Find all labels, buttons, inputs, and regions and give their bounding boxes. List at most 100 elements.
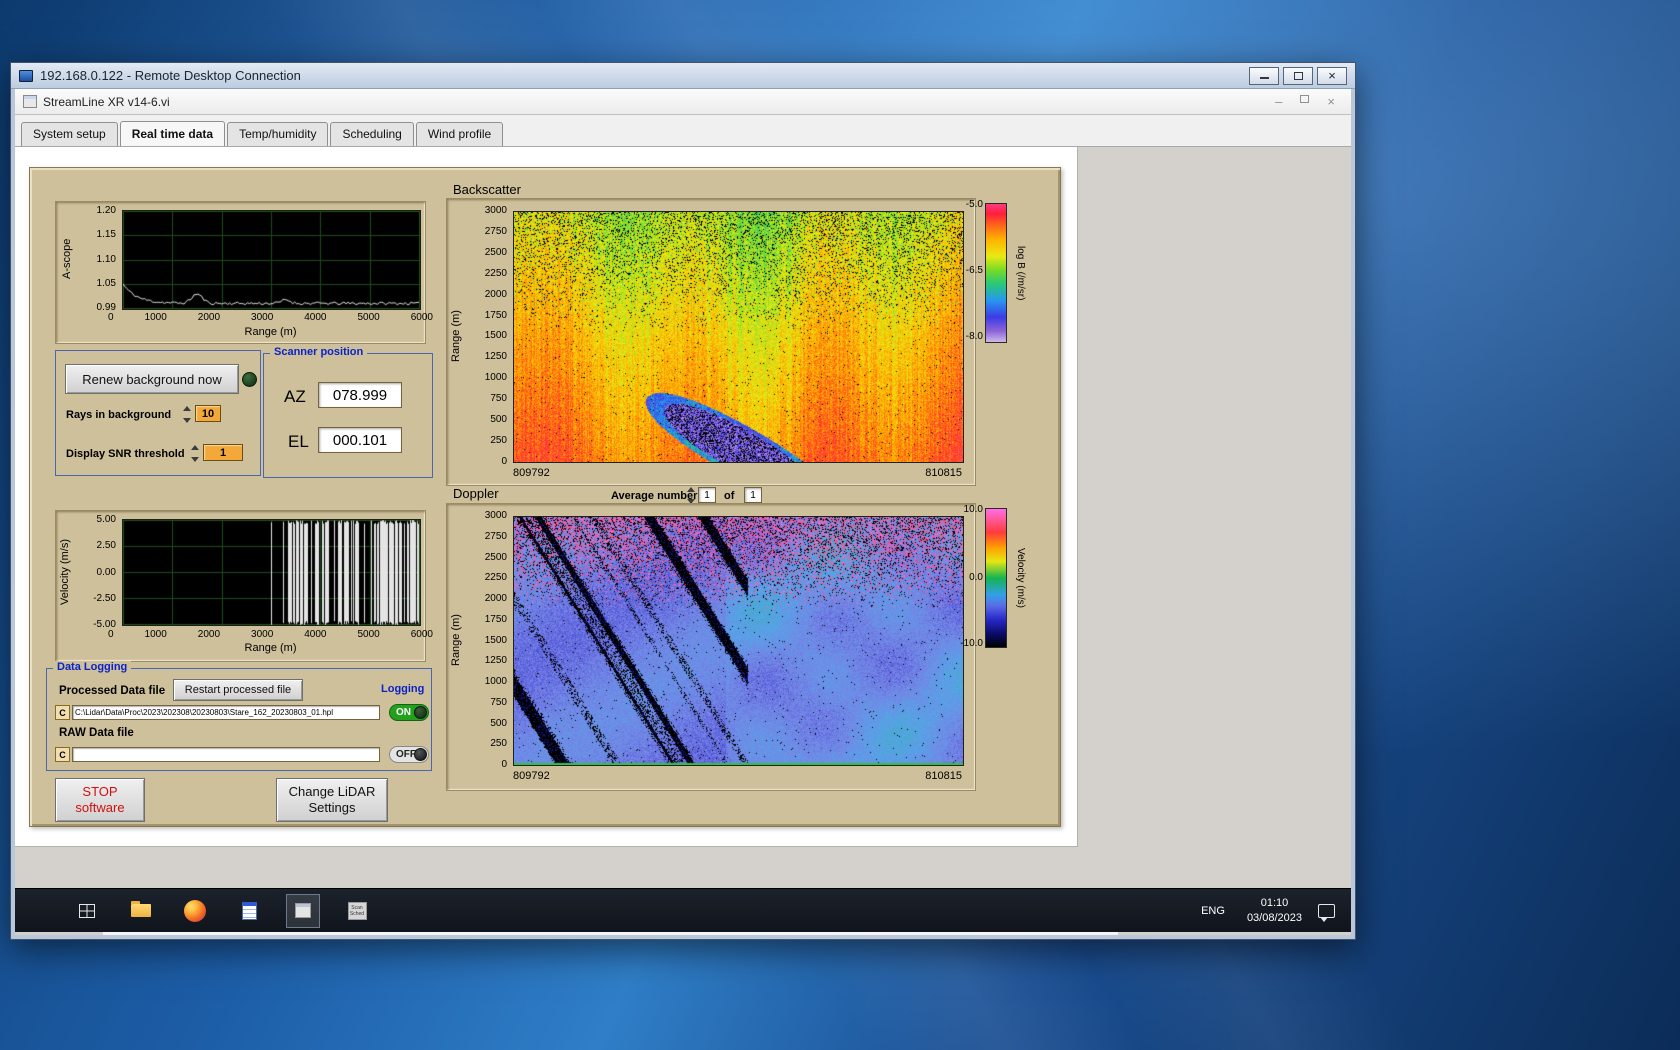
rdp-window-controls: × [1249, 66, 1347, 85]
average-of-indicator: 1 [744, 487, 762, 503]
background-controls-cluster: Renew background now Rays in background … [55, 350, 261, 476]
backscatter-heatmap [513, 211, 964, 463]
folder-glyph [131, 901, 151, 917]
raw-path-browse-button[interactable]: C [55, 747, 70, 762]
tick-label: 2000 [197, 312, 221, 323]
app-titlebar[interactable]: StreamLine XR v14-6.vi – × [15, 89, 1351, 115]
remote-desktop-area: StreamLine XR v14-6.vi – × System setup R… [15, 89, 1351, 935]
velocity-plot [122, 519, 421, 626]
streamline-app-icon[interactable] [286, 893, 320, 928]
colorbar-tick: -5.0 [965, 199, 983, 210]
change-lidar-settings-button[interactable]: Change LiDAR Settings [276, 778, 388, 822]
tick-label: 0.00 [96, 566, 116, 578]
tick-label: 750 [490, 393, 507, 405]
desktop-background: 192.168.0.122 - Remote Desktop Connectio… [0, 0, 1680, 1050]
tick-label: 1250 [484, 351, 507, 363]
tab-system-setup[interactable]: System setup [21, 122, 118, 146]
toggle-off-label: OFF [396, 749, 416, 760]
tick-label: 1750 [484, 613, 507, 625]
backscatter-colorbar-label: log B (/m/sr) [1015, 245, 1026, 301]
tick-label: 500 [490, 717, 507, 729]
processed-data-file-label: Processed Data file [59, 685, 166, 697]
doppler-y-axis-label: Range (m) [450, 614, 462, 666]
app-close-button[interactable]: × [1327, 95, 1335, 108]
clock-time: 01:10 [1260, 896, 1289, 909]
rdp-maximize-button[interactable] [1283, 66, 1313, 85]
rdp-window: 192.168.0.122 - Remote Desktop Connectio… [10, 62, 1356, 940]
ascope-x-axis-label: Range (m) [244, 326, 297, 338]
rdp-titlebar[interactable]: 192.168.0.122 - Remote Desktop Connectio… [11, 63, 1355, 89]
front-panel: A-scope 1.20 1.15 1.10 1.05 0.99 0 1000 2000 30… [15, 147, 1078, 847]
average-number-spinner[interactable] [686, 487, 696, 504]
tick-label: 5.00 [96, 514, 116, 525]
scan-scheduler-icon[interactable]: Scan Sched [340, 894, 374, 928]
firefox-glyph [184, 899, 206, 922]
processed-path-browse-button[interactable]: C [55, 705, 70, 720]
backscatter-x-ticks: 809792 810815 [513, 467, 962, 479]
clock-date: 03/08/2023 [1246, 911, 1302, 924]
task-view-icon[interactable] [70, 894, 104, 928]
tab-temp-humidity[interactable]: Temp/humidity [227, 122, 329, 146]
tick-label: 2250 [484, 572, 507, 584]
velocity-x-ticks: 0 1000 2000 3000 4000 5000 6000 [108, 629, 433, 640]
taskbar-clock[interactable]: 01:10 03/08/2023 [1247, 896, 1302, 926]
backscatter-y-axis-label: Range (m) [450, 310, 462, 362]
rays-value-input[interactable]: 10 [195, 405, 221, 422]
processed-logging-toggle[interactable]: ON [389, 704, 429, 721]
velocity-graph: Velocity (m/s) 5.00 2.50 0.00 -2.50 -5.00 01… [55, 510, 433, 662]
app-maximize-button[interactable] [1300, 95, 1310, 103]
velocity-x-axis-label: Range (m) [244, 642, 297, 654]
tab-scheduling[interactable]: Scheduling [330, 122, 414, 146]
ascope-y-ticks: 1.20 1.15 1.10 1.05 0.99 [76, 205, 116, 313]
backscatter-x-start: 809792 [513, 467, 550, 479]
backscatter-y-ticks: 3000 2750 2500 2250 2000 1750 1500 1250 1000 750 5… [465, 205, 507, 467]
taskbar-understrip [103, 932, 1118, 935]
taskbar: Scan Sched ENG 01:10 03/08/2023 [15, 888, 1351, 932]
rdp-close-button[interactable]: × [1317, 66, 1347, 85]
snr-value-input[interactable]: 1 [203, 444, 243, 461]
tick-label: 2.50 [96, 540, 116, 552]
change-button-line1: Change LiDAR [288, 783, 376, 799]
taskbar-apps: Scan Sched [15, 889, 374, 932]
restart-processed-file-button[interactable]: Restart processed file [173, 679, 303, 701]
snr-spinner[interactable] [190, 445, 200, 462]
language-indicator[interactable]: ENG [1195, 901, 1231, 921]
tick-label: 6000 [410, 312, 433, 323]
document-app-icon[interactable] [232, 894, 266, 928]
tick-label: 2750 [484, 225, 507, 237]
doppler-y-ticks: 3000 2750 2500 2250 2000 1750 1500 1250 1000 750 5… [465, 510, 507, 770]
tick-label: -2.50 [93, 592, 116, 604]
renew-background-button[interactable]: Renew background now [65, 364, 239, 394]
action-center-icon[interactable] [1318, 903, 1335, 922]
rdp-minimize-button[interactable] [1249, 66, 1279, 85]
doppler-heatmap [513, 516, 964, 766]
tick-label: 3000 [484, 205, 507, 216]
document-glyph [241, 901, 257, 920]
app-window-glyph [295, 903, 311, 918]
app-title: StreamLine XR v14-6.vi [43, 94, 170, 109]
tab-bar: System setup Real time data Temp/humidity S… [15, 115, 1351, 147]
tick-label: 1250 [484, 655, 507, 667]
tick-label: 1.15 [96, 229, 116, 241]
tick-label: 2000 [484, 288, 507, 300]
toggle-on-label: ON [396, 707, 411, 718]
average-number-input[interactable]: 1 [698, 487, 716, 503]
firefox-icon[interactable] [178, 894, 212, 928]
backscatter-title: Backscatter [453, 182, 521, 197]
tab-real-time-data[interactable]: Real time data [119, 121, 226, 146]
tick-label: 1.10 [96, 253, 116, 265]
file-explorer-icon[interactable] [124, 894, 158, 928]
ascope-y-axis-label: A-scope [61, 238, 73, 280]
raw-logging-toggle[interactable]: OFF [389, 746, 429, 763]
doppler-colorbar-gradient [985, 508, 1007, 648]
tick-label: 2500 [484, 246, 507, 258]
rays-spinner[interactable] [182, 406, 192, 423]
stop-software-button[interactable]: STOP software [55, 778, 145, 822]
tab-wind-profile[interactable]: Wind profile [415, 122, 504, 146]
colorbar-tick: 0.0 [969, 572, 983, 583]
app-minimize-button[interactable]: – [1275, 95, 1282, 108]
processed-path-input[interactable]: C:\Lidar\Data\Proc\2023\202308\20230803\… [72, 705, 380, 720]
raw-path-input[interactable] [72, 747, 380, 762]
colorbar-tick: 10.0 [963, 504, 983, 515]
rdp-window-icon [19, 69, 33, 82]
